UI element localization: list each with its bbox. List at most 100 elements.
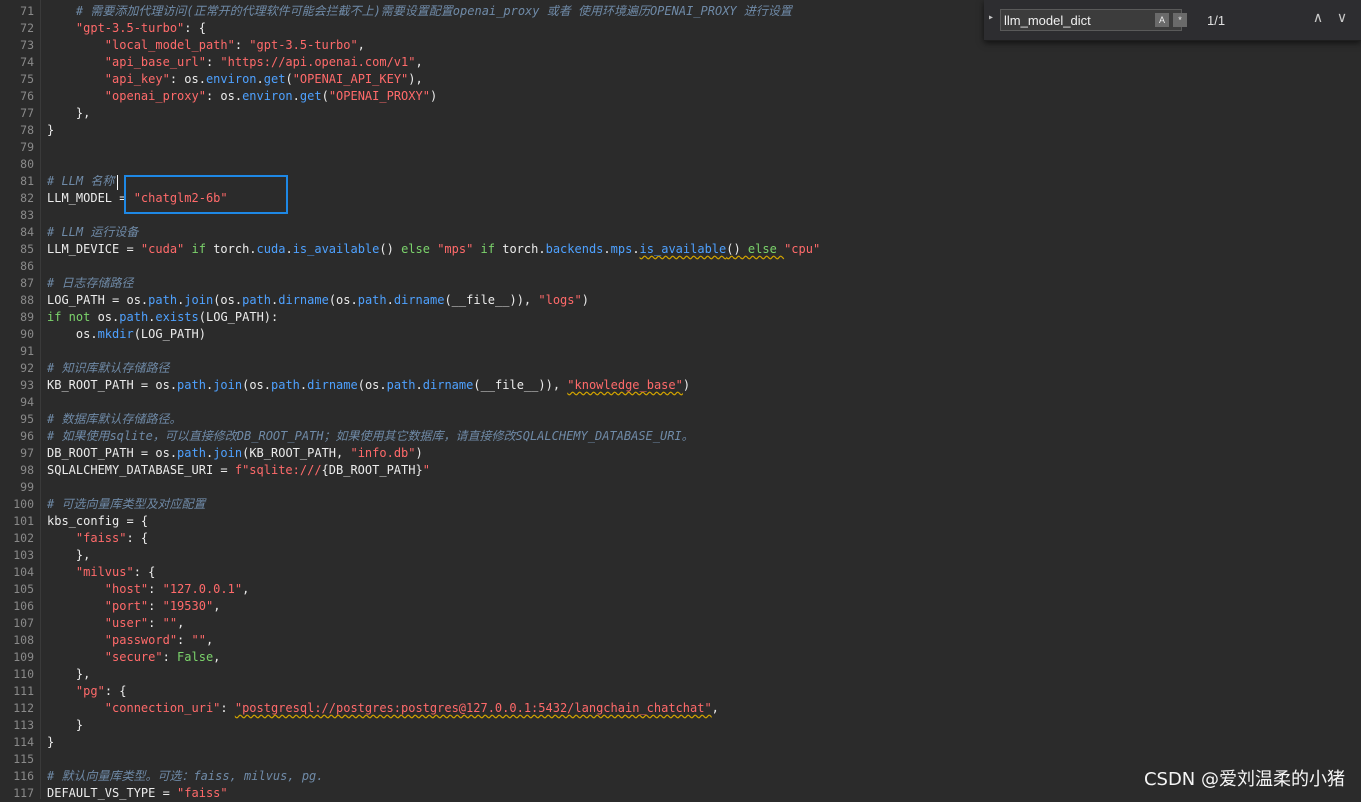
code-line[interactable]: 95 # 数据库默认存储路径。 xyxy=(0,411,1361,428)
code-line[interactable]: 99 xyxy=(0,479,1361,496)
code-line[interactable]: 86 xyxy=(0,258,1361,275)
code-token: DEFAULT_VS_TYPE = xyxy=(47,786,178,800)
code-line[interactable]: 85 LLM_DEVICE = "cuda" if torch.cuda.is_a… xyxy=(0,241,1361,258)
code-line[interactable]: 110 }, xyxy=(0,666,1361,683)
code-line[interactable]: 100 # 可选向量库类型及对应配置 xyxy=(0,496,1361,513)
code-line[interactable]: 77 }, xyxy=(0,105,1361,122)
code-line[interactable]: 108 "password": "", xyxy=(0,632,1361,649)
find-widget: ▸ A * 1/1 ∧ ∨ xyxy=(984,0,1361,41)
code-line[interactable]: 80 xyxy=(0,156,1361,173)
code-line[interactable]: 76 "openai_proxy": os.environ.get("OPENA… xyxy=(0,88,1361,105)
code-text: "host": "127.0.0.1", xyxy=(47,581,250,598)
code-token: path xyxy=(357,293,387,307)
code-line[interactable]: 82 LLM_MODEL = "chatglm2-6b" xyxy=(0,190,1361,207)
line-number: 112 xyxy=(13,701,34,715)
code-token: (__file__)), xyxy=(444,293,539,307)
code-text: "openai_proxy": os.environ.get("OPENAI_P… xyxy=(47,88,437,105)
code-line[interactable]: 113 } xyxy=(0,717,1361,734)
code-line[interactable]: 106 "port": "19530", xyxy=(0,598,1361,615)
line-number: 106 xyxy=(13,599,34,613)
code-text: "port": "19530", xyxy=(47,598,221,615)
previous-match-icon[interactable]: ∧ xyxy=(1308,8,1328,28)
text-cursor xyxy=(117,175,118,190)
next-match-icon[interactable]: ∨ xyxy=(1332,8,1352,28)
code-token: " xyxy=(422,463,430,477)
code-token: cuda xyxy=(256,242,286,256)
code-token: "" xyxy=(191,633,206,647)
code-line[interactable]: 92 # 知识库默认存储路径 xyxy=(0,360,1361,377)
code-line[interactable]: 89 if not os.path.exists(LOG_PATH): xyxy=(0,309,1361,326)
line-number: 71 xyxy=(20,4,34,18)
code-line[interactable]: 87 # 日志存储路径 xyxy=(0,275,1361,292)
code-editor[interactable]: 71 # 需要添加代理访问(正常开的代理软件可能会拦截不上)需要设置配置open… xyxy=(0,3,1361,802)
code-line[interactable]: 109 "secure": False, xyxy=(0,649,1361,666)
code-token: }, xyxy=(47,106,91,120)
line-number: 111 xyxy=(13,684,34,698)
code-text: os.mkdir(LOG_PATH) xyxy=(47,326,206,343)
code-text: # 需要添加代理访问(正常开的代理软件可能会拦截不上)需要设置配置openai_… xyxy=(47,3,792,20)
code-text: }, xyxy=(47,547,90,564)
code-line[interactable]: 102 "faiss": { xyxy=(0,530,1361,547)
code-line[interactable]: 111 "pg": { xyxy=(0,683,1361,700)
code-line[interactable]: 101 kbs_config = { xyxy=(0,513,1361,530)
code-token: path xyxy=(177,378,206,392)
code-token: dirname xyxy=(393,293,445,307)
code-line[interactable]: 96 # 如果使用sqlite，可以直接修改DB_ROOT_PATH；如果使用其它… xyxy=(0,428,1361,445)
line-number: 83 xyxy=(20,208,34,222)
code-line[interactable]: 81 # LLM 名称 xyxy=(0,173,1361,190)
code-line[interactable]: 114} xyxy=(0,734,1361,751)
code-line[interactable]: 91 xyxy=(0,343,1361,360)
toggle-replace-icon[interactable]: ▸ xyxy=(988,12,994,23)
code-line[interactable]: 94 xyxy=(0,394,1361,411)
code-line[interactable]: 75 "api_key": os.environ.get("OPENAI_API… xyxy=(0,71,1361,88)
code-line[interactable]: 84 # LLM 运行设备 xyxy=(0,224,1361,241)
code-line[interactable]: 93 KB_ROOT_PATH = os.path.join(os.path.di… xyxy=(0,377,1361,394)
code-text: LLM_DEVICE = "cuda" if torch.cuda.is_ava… xyxy=(47,241,820,258)
code-line[interactable]: 88 LOG_PATH = os.path.join(os.path.dirnam… xyxy=(0,292,1361,309)
code-token: ) xyxy=(429,89,438,103)
code-token: environ xyxy=(205,72,257,86)
find-input-box[interactable]: A * xyxy=(1000,9,1187,31)
line-number: 90 xyxy=(20,327,34,341)
code-token: : { xyxy=(104,684,127,698)
code-token: path xyxy=(242,293,272,307)
code-line[interactable]: 107 "user": "", xyxy=(0,615,1361,632)
line-number: 87 xyxy=(20,276,34,290)
code-line[interactable]: 79 xyxy=(0,139,1361,156)
code-text: }, xyxy=(47,666,90,683)
regex-icon[interactable]: * xyxy=(1173,13,1187,27)
code-text: if not os.path.exists(LOG_PATH): xyxy=(47,309,278,326)
code-line[interactable]: 104 "milvus": { xyxy=(0,564,1361,581)
code-token: KB_ROOT_PATH = os. xyxy=(47,378,178,392)
code-line[interactable]: 78} xyxy=(0,122,1361,139)
code-token: : os. xyxy=(205,89,243,103)
code-token: "mps" xyxy=(437,242,474,256)
code-line[interactable]: 103 }, xyxy=(0,547,1361,564)
match-count: 1/1 xyxy=(1207,13,1226,28)
code-line[interactable]: 105 "host": "127.0.0.1", xyxy=(0,581,1361,598)
line-number: 99 xyxy=(20,480,34,494)
code-text: }, xyxy=(47,105,90,122)
line-number: 103 xyxy=(13,548,34,562)
code-token: : { xyxy=(133,565,156,579)
code-line[interactable]: 98 SQLALCHEMY_DATABASE_URI = f"sqlite:///… xyxy=(0,462,1361,479)
code-line[interactable]: 74 "api_base_url": "https://api.openai.c… xyxy=(0,54,1361,71)
code-token: "port" xyxy=(104,599,149,613)
line-number: 91 xyxy=(20,344,34,358)
code-line[interactable]: 97 DB_ROOT_PATH = os.path.join(KB_ROOT_PA… xyxy=(0,445,1361,462)
code-text: "user": "", xyxy=(47,615,185,632)
line-number: 113 xyxy=(13,718,34,732)
code-text: # 知识库默认存储路径 xyxy=(47,360,169,377)
find-input[interactable] xyxy=(1004,12,1144,28)
line-number: 102 xyxy=(13,531,34,545)
code-line[interactable]: 83 xyxy=(0,207,1361,224)
code-token: backends xyxy=(545,242,604,256)
code-line[interactable]: 90 os.mkdir(LOG_PATH) xyxy=(0,326,1361,343)
code-line[interactable]: 112 "connection_uri": "postgresql://post… xyxy=(0,700,1361,717)
line-number: 77 xyxy=(20,106,34,120)
code-token: (os. xyxy=(328,293,358,307)
code-token: : xyxy=(220,701,235,715)
code-text: "gpt-3.5-turbo": { xyxy=(47,20,206,37)
match-case-icon[interactable]: A xyxy=(1155,13,1169,27)
